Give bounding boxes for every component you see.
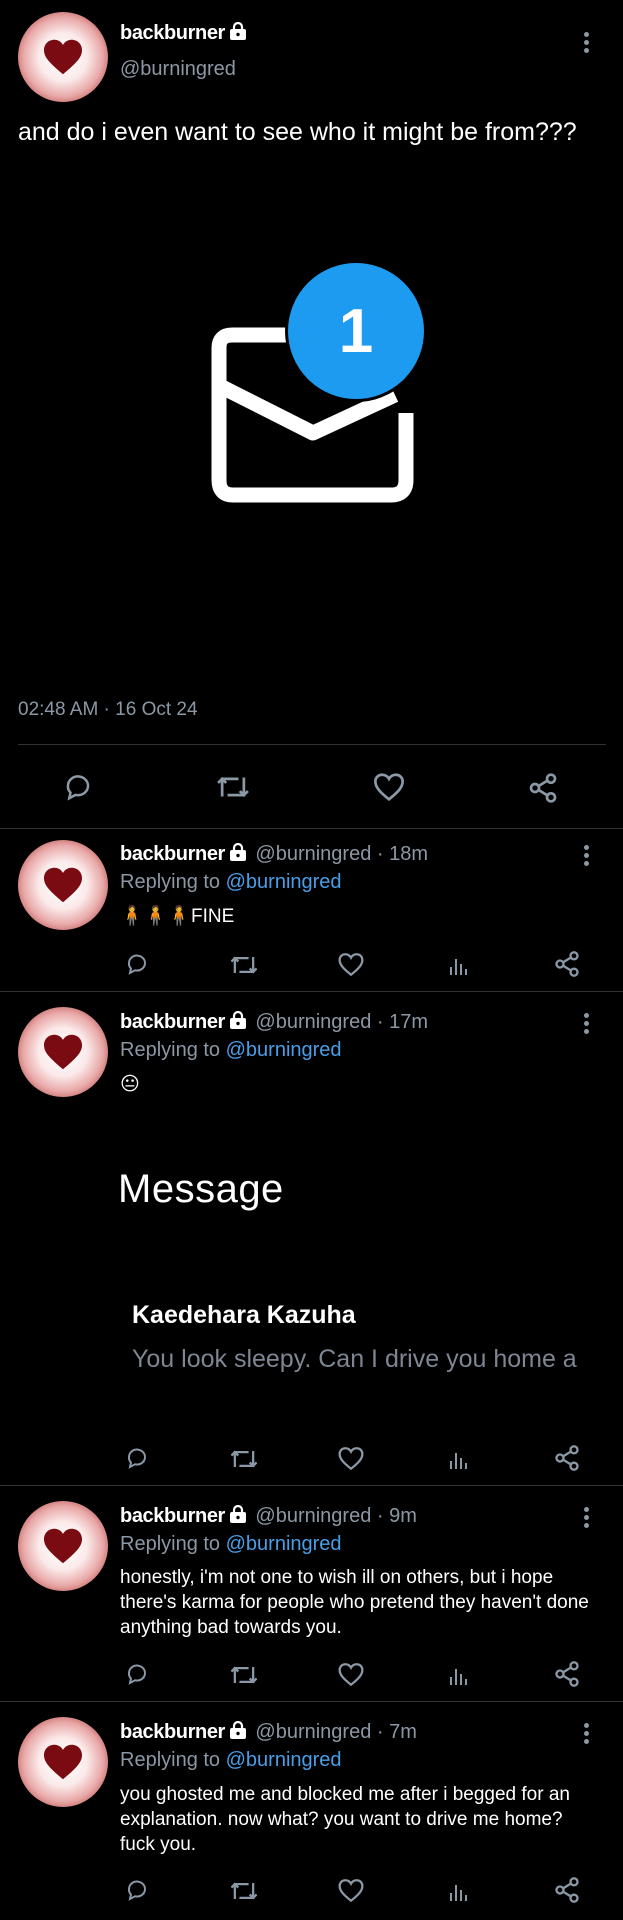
analytics-icon[interactable]: [447, 1878, 471, 1904]
reply-icon[interactable]: [62, 772, 94, 802]
more-icon[interactable]: [584, 845, 590, 869]
heart-avatar-icon: [44, 39, 82, 75]
embedded-sender: Kaedehara Kazuha: [132, 1301, 356, 1329]
like-icon[interactable]: [372, 772, 406, 802]
share-icon[interactable]: [553, 1444, 581, 1472]
embedded-preview: You look sleepy. Can I drive you home a: [132, 1345, 577, 1373]
more-icon[interactable]: [584, 1723, 590, 1747]
divider: [0, 1701, 623, 1702]
replying-to-link[interactable]: @burningred: [226, 871, 342, 893]
tweet-text: honestly, i'm not one to wish ill on oth…: [120, 1567, 589, 1638]
lock-icon: [229, 1505, 246, 1523]
divider: [0, 1485, 623, 1486]
avatar[interactable]: [18, 1501, 108, 1591]
display-name[interactable]: backburner: [120, 1721, 225, 1743]
tweet-text: 😐: [120, 1074, 140, 1095]
like-icon[interactable]: [337, 1662, 365, 1687]
more-icon[interactable]: [584, 32, 590, 56]
embedded-image[interactable]: Message Kaedehara Kazuha You look sleepy…: [118, 1155, 608, 1395]
reply-icon[interactable]: [124, 1446, 150, 1470]
retweet-icon[interactable]: [228, 1446, 260, 1472]
embedded-title: Message: [118, 1167, 284, 1211]
tweet-text: you ghosted me and blocked me after i be…: [120, 1784, 570, 1855]
like-icon[interactable]: [337, 1878, 365, 1903]
analytics-icon[interactable]: [447, 952, 471, 978]
avatar[interactable]: [18, 12, 108, 102]
display-name[interactable]: backburner: [120, 843, 225, 865]
reply-icon[interactable]: [124, 1878, 150, 1902]
retweet-icon[interactable]: [228, 1662, 260, 1688]
divider: [0, 991, 623, 992]
handle-time[interactable]: @burningred · 18m: [255, 843, 428, 865]
reply-icon[interactable]: [124, 952, 150, 976]
handle[interactable]: @burningred: [120, 58, 236, 81]
reply-icon[interactable]: [124, 1662, 150, 1686]
replying-to: Replying to @burningred: [120, 1749, 342, 1771]
lock-icon: [229, 22, 246, 40]
replying-to: Replying to @burningred: [120, 871, 342, 893]
handle-time[interactable]: @burningred · 17m: [255, 1011, 428, 1033]
handle-time[interactable]: @burningred · 9m: [255, 1505, 416, 1527]
notification-image: 1: [205, 255, 427, 505]
analytics-icon[interactable]: [447, 1446, 471, 1472]
share-icon[interactable]: [553, 1660, 581, 1688]
retweet-icon[interactable]: [214, 772, 252, 802]
heart-avatar-icon: [44, 1034, 82, 1070]
lock-icon: [229, 1011, 246, 1029]
display-name[interactable]: backburner: [120, 1011, 225, 1033]
heart-avatar-icon: [44, 1528, 82, 1564]
replying-to-link[interactable]: @burningred: [226, 1039, 342, 1061]
share-icon[interactable]: [553, 950, 581, 978]
replying-to-link[interactable]: @burningred: [226, 1533, 342, 1555]
heart-avatar-icon: [44, 867, 82, 903]
lock-icon: [229, 843, 246, 861]
more-icon[interactable]: [584, 1013, 590, 1037]
divider: [18, 744, 606, 745]
tweet-text: 🧍🧍🧍FINE: [120, 906, 235, 927]
heart-avatar-icon: [44, 1744, 82, 1780]
avatar[interactable]: [18, 1007, 108, 1097]
tweet-text: and do i even want to see who it might b…: [18, 118, 577, 146]
timestamp: 02:48 AM · 16 Oct 24: [18, 699, 198, 720]
lock-icon: [229, 1721, 246, 1739]
display-name[interactable]: backburner: [120, 1505, 225, 1527]
retweet-icon[interactable]: [228, 1878, 260, 1904]
display-name[interactable]: backburner: [120, 22, 225, 44]
analytics-icon[interactable]: [447, 1662, 471, 1688]
like-icon[interactable]: [337, 1446, 365, 1471]
handle-time[interactable]: @burningred · 7m: [255, 1721, 416, 1743]
divider: [0, 828, 623, 829]
avatar[interactable]: [18, 1717, 108, 1807]
replying-to-link[interactable]: @burningred: [226, 1749, 342, 1771]
more-icon[interactable]: [584, 1507, 590, 1531]
replying-to: Replying to @burningred: [120, 1039, 342, 1061]
retweet-icon[interactable]: [228, 952, 260, 978]
avatar[interactable]: [18, 840, 108, 930]
share-icon[interactable]: [553, 1876, 581, 1904]
replying-to: Replying to @burningred: [120, 1533, 342, 1555]
notification-badge: 1: [285, 260, 427, 402]
like-icon[interactable]: [337, 952, 365, 977]
share-icon[interactable]: [526, 772, 560, 804]
